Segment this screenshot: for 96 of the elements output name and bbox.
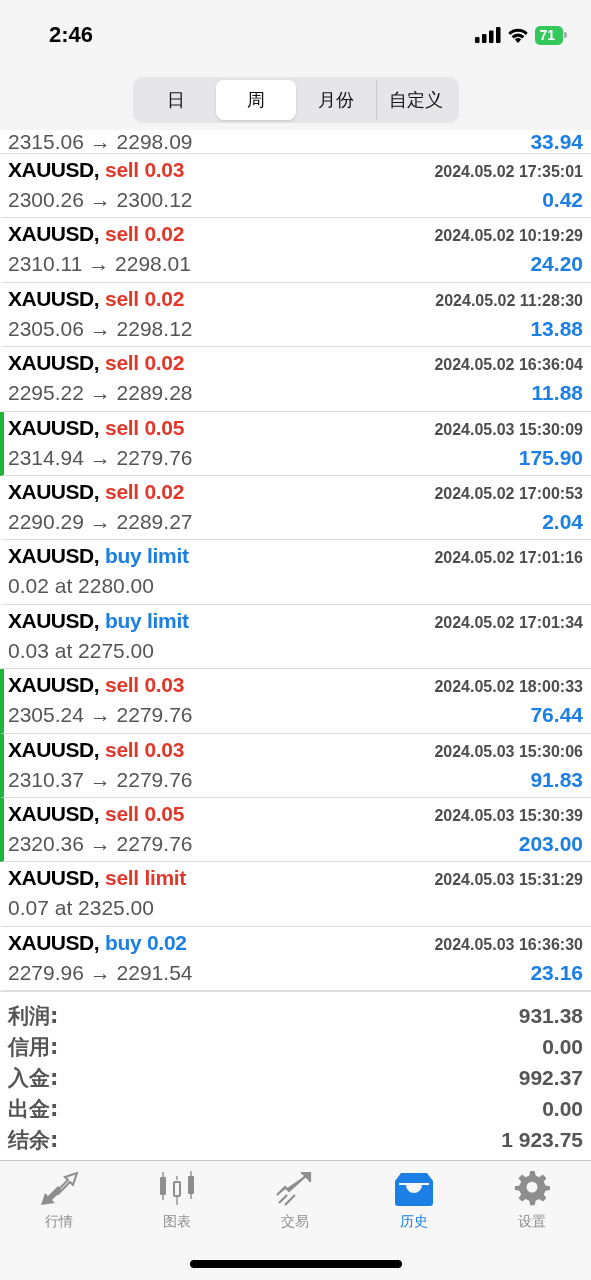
arrows-icon bbox=[39, 1171, 80, 1207]
inbox-icon bbox=[393, 1171, 434, 1207]
deal-type: sell 0.02 bbox=[105, 222, 185, 247]
period-tab[interactable]: 月份 bbox=[295, 80, 376, 120]
deal-row[interactable]: XAUUSD, sell limit 2024.05.03 15:31:29 0.07 at 2325.00 bbox=[0, 862, 591, 927]
deal-type: buy limit bbox=[105, 608, 189, 633]
deal-row[interactable]: XAUUSD, sell 0.03 2024.05.03 15:30:06 2310.37 → 2279.76 91.83 bbox=[0, 733, 591, 798]
deal-time: 2024.05.03 16:36:30 bbox=[434, 935, 583, 954]
deal-type: sell 0.03 bbox=[105, 737, 185, 762]
deal-prices: 0.02 at 2280.00 bbox=[8, 574, 154, 599]
deal-symbol: XAUUSD, bbox=[8, 866, 99, 891]
deal-prices: 2290.29 → 2289.27 bbox=[8, 509, 193, 534]
deal-type: buy 0.02 bbox=[105, 930, 187, 955]
deal-symbol: XAUUSD, bbox=[8, 737, 99, 762]
tab-bar-item[interactable]: 历史 bbox=[368, 1171, 459, 1231]
summary-value: 992.37 bbox=[518, 1065, 583, 1090]
deal-symbol: XAUUSD, bbox=[8, 801, 99, 826]
deal-symbol: XAUUSD, bbox=[8, 222, 99, 247]
deal-symbol: XAUUSD, bbox=[8, 415, 99, 440]
deal-type: sell 0.03 bbox=[105, 673, 185, 698]
deal-row[interactable]: XAUUSD, sell 0.05 2024.05.03 15:30:39 2320.36 → 2279.76 203.00 bbox=[0, 797, 591, 863]
deal-symbol: XAUUSD, bbox=[8, 158, 99, 182]
summary-value: 0.00 bbox=[542, 1096, 583, 1121]
period-tab[interactable]: 周 bbox=[215, 80, 296, 120]
deal-profit: 23.16 bbox=[530, 960, 583, 985]
period-tab[interactable]: 自定义 bbox=[375, 80, 456, 120]
deal-prices: 2310.11 → 2298.01 bbox=[8, 252, 191, 277]
deal-profit: 33.94 bbox=[530, 131, 583, 153]
deal-type: sell 0.05 bbox=[105, 801, 185, 826]
deal-profit: 13.88 bbox=[530, 316, 583, 341]
deal-prices: 2300.26 → 2300.12 bbox=[8, 188, 193, 212]
summary-label: 结余: bbox=[8, 1126, 59, 1154]
deal-profit: 203.00 bbox=[518, 831, 583, 856]
status-time: 2:46 bbox=[49, 22, 94, 48]
summary-value: 931.38 bbox=[518, 1003, 583, 1028]
deal-prices: 2310.37 → 2279.76 bbox=[8, 767, 193, 792]
deal-time: 2024.05.02 18:00:33 bbox=[434, 678, 583, 697]
deal-symbol: XAUUSD, bbox=[8, 930, 99, 955]
deal-profit: 2.04 bbox=[542, 509, 583, 534]
deal-profit: 76.44 bbox=[530, 703, 583, 728]
deal-row[interactable]: XAUUSD, sell 0.02 2024.05.02 11:28:30 2305.06 → 2298.12 13.88 bbox=[0, 282, 591, 348]
deal-profit: 11.88 bbox=[531, 381, 583, 406]
deal-profit: 91.83 bbox=[530, 767, 583, 792]
summary-label: 出金: bbox=[8, 1095, 59, 1123]
summary-label: 入金: bbox=[8, 1064, 59, 1092]
deal-prices: 0.03 at 2275.00 bbox=[8, 638, 154, 663]
deal-row[interactable]: XAUUSD, buy limit 2024.05.02 17:01:16 0.02 at 2280.00 bbox=[0, 540, 591, 605]
deal-prices: 0.07 at 2325.00 bbox=[8, 896, 154, 921]
deal-prices: 2305.06 → 2298.12 bbox=[8, 316, 193, 341]
deal-prices: 2279.96 → 2291.54 bbox=[8, 960, 193, 985]
summary-label: 利润: bbox=[8, 1002, 59, 1030]
summary-value: 0.00 bbox=[542, 1034, 583, 1059]
period-tab[interactable]: 日 bbox=[135, 80, 216, 120]
deal-type: sell 0.03 bbox=[105, 158, 185, 182]
deal-row[interactable]: XAUUSD, buy limit 2024.05.02 17:01:34 0.03 at 2275.00 bbox=[0, 604, 591, 670]
deal-prices: 2305.24 → 2279.76 bbox=[8, 703, 193, 728]
deal-type: sell 0.02 bbox=[105, 351, 185, 376]
signal-icon bbox=[475, 27, 502, 43]
deal-time: 2024.05.02 10:19:29 bbox=[434, 227, 583, 246]
deal-time: 2024.05.03 15:30:09 bbox=[434, 420, 583, 439]
deal-profit: 24.20 bbox=[530, 252, 583, 277]
deal-symbol: XAUUSD, bbox=[8, 673, 99, 698]
deal-time: 2024.05.02 17:01:34 bbox=[434, 613, 583, 632]
deal-row[interactable]: XAUUSD, buy 0.02 2024.05.03 16:36:30 2279.96 → 2291.54 23.16 bbox=[0, 926, 591, 992]
deal-symbol: XAUUSD, bbox=[8, 286, 99, 311]
deal-row[interactable]: XAUUSD, sell 0.05 2024.05.03 15:30:09 2314.94 → 2279.76 175.90 bbox=[0, 411, 591, 476]
deal-time: 2024.05.02 17:00:53 bbox=[434, 484, 583, 503]
deal-row[interactable]: XAUUSD, sell 0.02 2024.05.02 10:19:29 2310.11 → 2298.01 24.20 bbox=[0, 218, 591, 283]
deal-row[interactable]: XAUUSD, sell 0.02 2024.05.02 16:36:04 2295.22 → 2289.28 11.88 bbox=[0, 347, 591, 412]
deal-symbol: XAUUSD, bbox=[8, 608, 99, 633]
deal-type: sell 0.02 bbox=[105, 479, 185, 504]
deal-prices: 2315.06 → 2298.09 bbox=[8, 131, 193, 153]
deal-time: 2024.05.03 15:30:06 bbox=[434, 742, 583, 761]
deal-type: sell limit bbox=[105, 866, 187, 891]
deal-type: buy limit bbox=[105, 544, 189, 569]
deal-row[interactable]: XAUUSD, sell 0.03 2024.05.02 18:00:33 2305.24 → 2279.76 76.44 bbox=[0, 669, 591, 734]
deal-prices: 2320.36 → 2279.76 bbox=[8, 831, 193, 856]
deal-profit: 0.42 bbox=[542, 188, 583, 212]
deal-symbol: XAUUSD, bbox=[8, 479, 99, 504]
deal-prices: 2295.22 → 2289.28 bbox=[8, 381, 193, 406]
deal-type: sell 0.05 bbox=[105, 415, 185, 440]
deal-symbol: XAUUSD, bbox=[8, 544, 99, 569]
deal-time: 2024.05.02 17:35:01 bbox=[434, 163, 583, 181]
deal-time: 2024.05.02 17:01:16 bbox=[434, 549, 583, 568]
deal-row[interactable]: XAUUSD, sell 0.03 2024.05.02 17:35:01 2300.26 → 2300.12 0.42 bbox=[0, 154, 591, 219]
deal-type: sell 0.02 bbox=[105, 286, 185, 311]
deal-symbol: XAUUSD, bbox=[8, 351, 99, 376]
deal-time: 2024.05.02 11:28:30 bbox=[435, 291, 583, 310]
deal-profit: 175.90 bbox=[518, 445, 583, 470]
deal-prices: 2314.94 → 2279.76 bbox=[8, 445, 193, 470]
deal-time: 2024.05.02 16:36:04 bbox=[434, 356, 583, 375]
summary-value: 1 923.75 bbox=[501, 1127, 583, 1152]
summary-label: 信用: bbox=[8, 1033, 59, 1061]
deal-time: 2024.05.03 15:30:39 bbox=[434, 806, 583, 825]
deal-time: 2024.05.03 15:31:29 bbox=[434, 871, 583, 890]
wifi-icon bbox=[507, 27, 530, 43]
